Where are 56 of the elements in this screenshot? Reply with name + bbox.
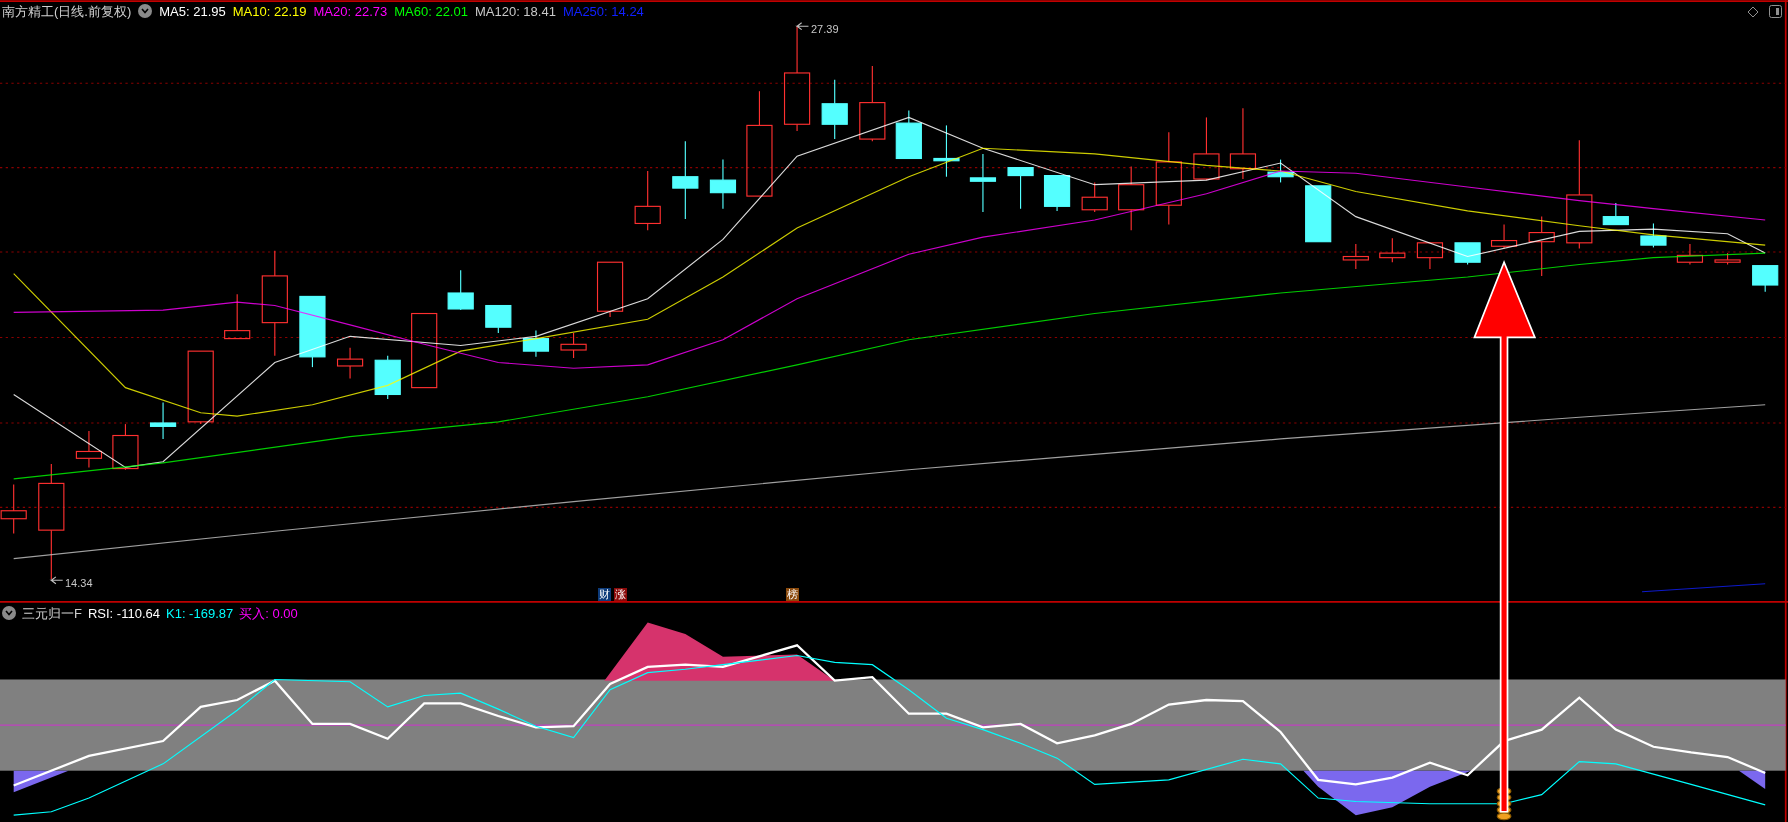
- price-label: 14.34: [65, 576, 93, 591]
- candlestick: [596, 261, 624, 318]
- candlestick: [821, 79, 848, 140]
- candlestick: [709, 159, 737, 210]
- candlestick: [969, 153, 997, 213]
- candlestick: [1193, 116, 1220, 181]
- candlestick: [224, 293, 251, 340]
- candlestick: [1714, 252, 1741, 266]
- price-label: 27.39: [811, 22, 839, 37]
- moving-average-value: MA120: 18.41: [474, 4, 556, 18]
- candlestick: [1118, 165, 1145, 231]
- candlestick: [560, 332, 587, 359]
- candlestick: [149, 401, 177, 440]
- candlestick: [112, 423, 139, 471]
- candlestick: [374, 355, 401, 400]
- indicator-value: 买入: 0.00: [239, 606, 298, 620]
- candlestick: [1379, 237, 1406, 263]
- candlestick: [1490, 224, 1518, 250]
- indicator-value: RSI: -110.64: [87, 606, 160, 620]
- candlestick: [634, 170, 661, 231]
- candlestick: [895, 110, 922, 160]
- moving-average-value: MA20: 22.73: [313, 4, 388, 18]
- candlestick: [1454, 242, 1481, 266]
- candlestick: [1416, 242, 1444, 270]
- candlestick: [1528, 216, 1555, 277]
- candlestick: [1752, 265, 1779, 293]
- candlestick: [1081, 181, 1108, 213]
- event-badge: 涨: [614, 588, 627, 601]
- candlestick: [1676, 243, 1704, 266]
- candlestick: [933, 124, 960, 178]
- candlestick: [1640, 222, 1667, 248]
- candlestick: [0, 483, 27, 535]
- chart-title: 南方精工(日线.前复权): [2, 4, 132, 18]
- candlestick: [485, 304, 512, 334]
- event-badge: 财: [598, 588, 611, 601]
- dropdown-icon[interactable]: [138, 4, 153, 18]
- panel-toggle-icon[interactable]: [1769, 5, 1782, 18]
- candlestick: [1602, 202, 1629, 226]
- moving-average-value: MA60: 22.01: [394, 4, 468, 18]
- candlestick: [336, 347, 364, 380]
- candlestick: [1305, 185, 1332, 243]
- moving-average-value: MA5: 21.95: [159, 4, 226, 18]
- candlestick: [1043, 175, 1071, 212]
- candlestick: [447, 269, 474, 311]
- candlestick: [75, 430, 103, 468]
- indicator-title: 三元归一F: [22, 606, 82, 620]
- candlestick: [1342, 243, 1369, 270]
- moving-average-value: MA250: 14.24: [562, 4, 644, 18]
- indicator-value: K1: -169.87: [166, 606, 234, 620]
- dropdown-icon[interactable]: [2, 606, 16, 620]
- candlestick: [1267, 159, 1294, 183]
- candlestick: [1007, 167, 1034, 210]
- moving-average-value: MA10: 22.19: [232, 4, 307, 18]
- candlestick: [522, 330, 550, 358]
- event-badge: 榜: [786, 588, 799, 601]
- diamond-icon[interactable]: [1747, 5, 1759, 18]
